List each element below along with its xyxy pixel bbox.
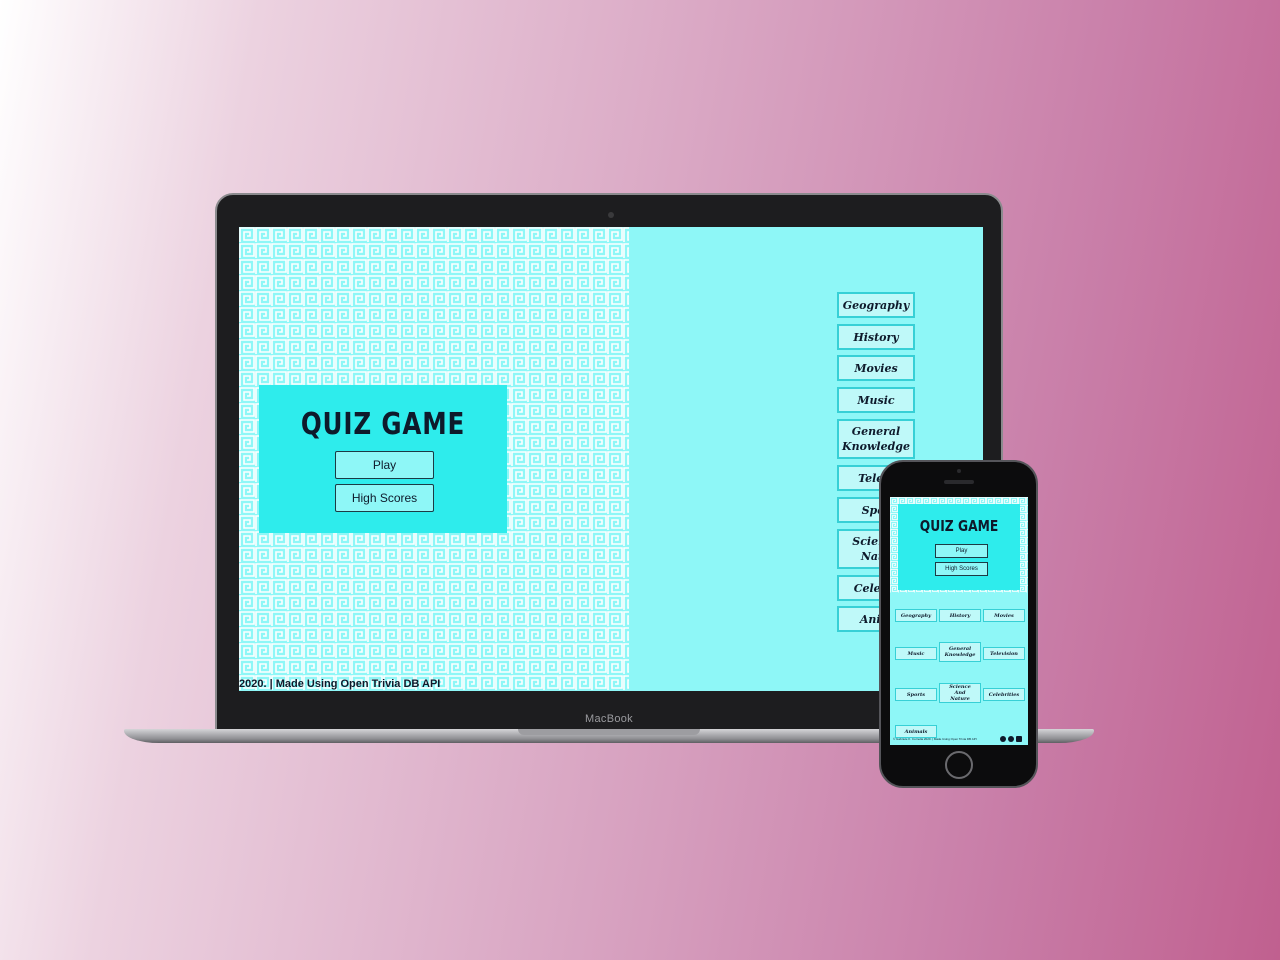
play-button[interactable]: Play <box>935 544 988 558</box>
facebook-icon[interactable] <box>1000 736 1006 742</box>
phone-mockup: QUIZ GAME Play High Scores Geography His… <box>879 460 1038 788</box>
footer-text: 2020. | Made Using Open Trivia DB API <box>239 678 441 690</box>
quiz-home-card: QUIZ GAME Play High Scores <box>259 385 507 533</box>
laptop-camera <box>608 212 614 218</box>
category-button-television[interactable]: Television <box>983 647 1025 660</box>
category-button-general-knowledge[interactable]: General Knowledge <box>939 642 981 662</box>
category-button-movies[interactable]: Movies <box>983 609 1025 622</box>
play-button[interactable]: Play <box>335 451 434 479</box>
category-button-science-and-nature[interactable]: Science And Nature <box>939 683 981 703</box>
phone-camera <box>957 469 961 473</box>
category-button-celebrities[interactable]: Celebrities <box>983 688 1025 701</box>
quiz-home-card: QUIZ GAME Play High Scores <box>898 504 1020 590</box>
category-button-music[interactable]: Music <box>837 387 915 413</box>
category-button-geography[interactable]: Geography <box>837 292 915 318</box>
linkedin-icon[interactable] <box>1016 736 1022 742</box>
mobile-screen: QUIZ GAME Play High Scores Geography His… <box>890 497 1028 745</box>
category-button-history[interactable]: History <box>939 609 981 622</box>
category-button-general-knowledge[interactable]: General Knowledge <box>837 419 915 459</box>
page-title: QUIZ GAME <box>919 517 999 535</box>
phone-speaker <box>944 480 974 484</box>
category-button-movies[interactable]: Movies <box>837 355 915 381</box>
category-button-history[interactable]: History <box>837 324 915 350</box>
desktop-screen: QUIZ GAME Play High Scores 2020. | Made … <box>239 227 983 691</box>
category-button-music[interactable]: Music <box>895 647 937 660</box>
category-button-sports[interactable]: Sports <box>895 688 937 701</box>
page-title: QUIZ GAME <box>300 407 466 442</box>
social-links <box>1000 736 1022 742</box>
phone-home-button <box>945 751 973 779</box>
category-button-geography[interactable]: Geography <box>895 609 937 622</box>
footer-text: © Gabriele K. Cornelia 2020. | Made Usin… <box>893 737 977 741</box>
high-scores-button[interactable]: High Scores <box>335 484 434 512</box>
instagram-icon[interactable] <box>1008 736 1014 742</box>
high-scores-button[interactable]: High Scores <box>935 562 988 576</box>
laptop-notch <box>518 729 700 735</box>
